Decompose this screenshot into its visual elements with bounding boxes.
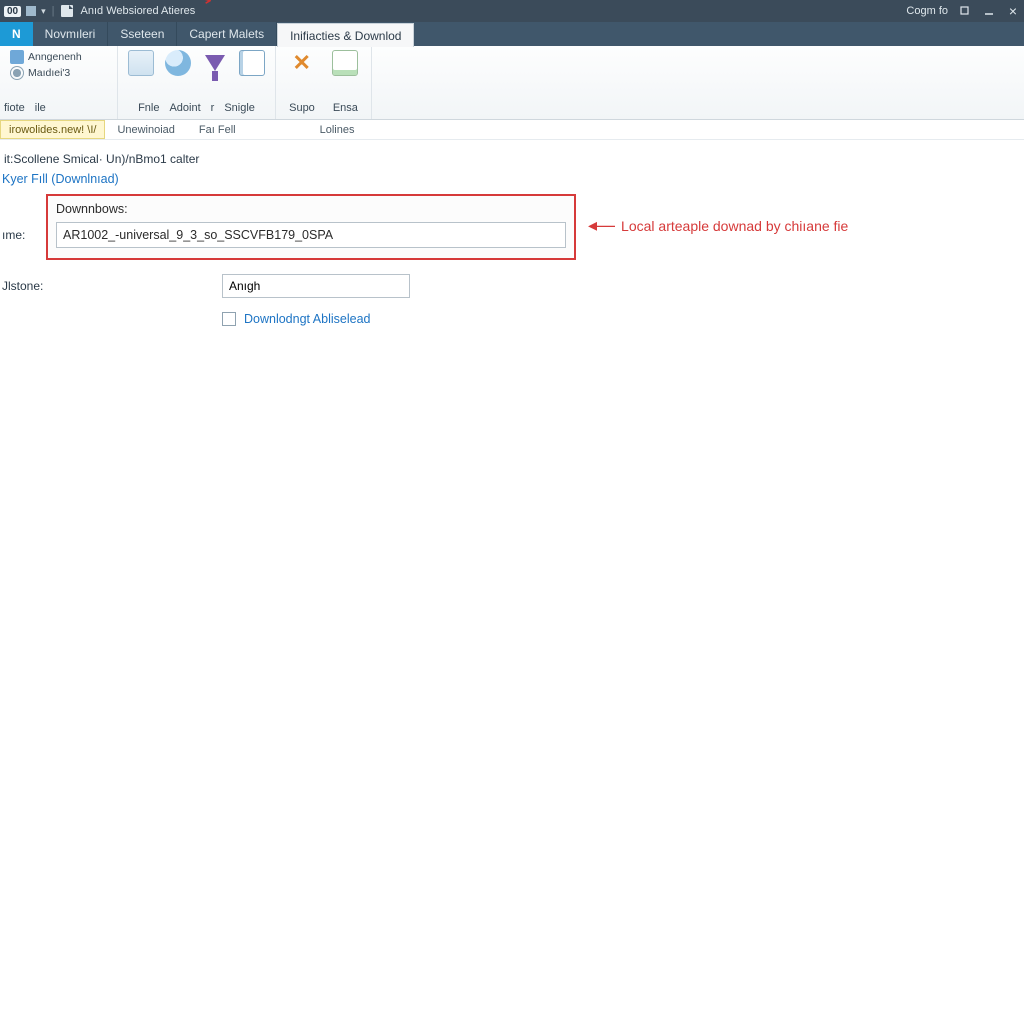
ribbon-maidei[interactable]: Maıdıei'3 (10, 66, 70, 80)
globe-icon (165, 50, 191, 76)
tab-seteen[interactable]: Sseteen (108, 22, 177, 46)
ribbon-ensa-label: Ensa (333, 102, 358, 114)
name-label: ıme: (0, 194, 46, 242)
pathbar-fai-fell[interactable]: Faı Fell (187, 120, 248, 139)
downloads-title: Downnbows: (56, 202, 566, 216)
ribbon-mid-label: r (211, 102, 215, 114)
callout-arrow-icon: ◂— (588, 215, 615, 236)
document-icon (61, 5, 73, 17)
downloads-highlight-box: Downnbows: (46, 194, 576, 260)
ribbon-single-button[interactable] (236, 50, 269, 76)
tab-novmileri[interactable]: Novmıleri (33, 22, 109, 46)
ribbon-file-button[interactable] (124, 50, 157, 76)
restore-window-icon[interactable] (958, 4, 972, 18)
ribbon-ensa-button[interactable] (326, 50, 366, 76)
close-window-icon[interactable]: × (1006, 4, 1020, 18)
delete-x-icon: ✕ (289, 50, 315, 76)
ribbon-adoint-button[interactable] (161, 50, 194, 76)
ribbon-group-1: Anngenenh Maıdıei'3 fiote ile (0, 46, 118, 119)
ribbon-group-3: ✕ Supo Ensa (276, 46, 372, 119)
callout-annotation: ◂— Local arteaple downad by chiıane fie (588, 215, 848, 236)
menu-tabs: N Novmıleri Sseteen Capert Malets Inifia… (0, 22, 1024, 46)
content-area: it:Scollene Smical· Un)/nBmo1 calter Kye… (0, 140, 1024, 326)
titlebar-separator: | (52, 5, 55, 17)
pathbar-lolines[interactable]: Lolines (308, 120, 367, 139)
kyer-fill-download-link[interactable]: Kyer Fıll (Downlnıad) (0, 172, 1016, 194)
assign-icon (10, 50, 24, 64)
titlebar-left: 00 ▾ | Anıd Websiored Atieres (4, 5, 195, 17)
titlebar-right: Cogm fo × (906, 0, 1020, 22)
ribbon: Anngenenh Maıdıei'3 fiote ile (0, 46, 1024, 120)
file-icon (128, 50, 154, 76)
pathbar-first[interactable]: irowolides.new! \I/ (0, 120, 105, 139)
tab-home[interactable]: N (0, 22, 33, 46)
ribbon-lbl-fiote: fiote (4, 102, 25, 114)
tab-capert-malets[interactable]: Capert Malets (177, 22, 277, 46)
ribbon-lbl-ile: ile (35, 102, 46, 114)
funnel-icon (202, 50, 228, 76)
distone-input[interactable] (222, 274, 410, 298)
ribbon-single-label: Snigle (224, 102, 255, 114)
download-abliselead-label: Downlodngt Abliselead (244, 312, 370, 326)
ribbon-supo-button[interactable]: ✕ (282, 50, 322, 76)
ribbon-adoint-label: Adoint (169, 102, 200, 114)
ribbon-supo-label: Supo (289, 102, 315, 114)
callout-text: Local arteaple downad by chiıane fie (621, 218, 848, 234)
download-abliselead-row[interactable]: Downlodngt Abliselead (222, 312, 1016, 326)
pathbar-fai-fell-label: Faı Fell (199, 124, 236, 136)
panel-icon (239, 50, 265, 76)
downloads-filename-input[interactable] (56, 222, 566, 248)
sheet-icon (332, 50, 358, 76)
breadcrumb: it:Scollene Smical· Un)/nBmo1 calter (0, 148, 1016, 172)
distone-label: Jlstone: (0, 279, 46, 293)
ribbon-anngenenh-label: Anngenenh (28, 51, 82, 63)
pathbar: irowolides.new! \I/ Unewinoiad Faı Fell … (0, 120, 1024, 140)
tab-inifacties-download[interactable]: Inifiacties & Downlod (277, 23, 414, 47)
pathbar-unewinoiad[interactable]: Unewinoiad (105, 120, 186, 139)
ribbon-maidei-label: Maıdıei'3 (28, 67, 70, 79)
ribbon-file-label: Fnle (138, 102, 159, 114)
ribbon-group-2: Fnle Adoint r Snigle (118, 46, 276, 119)
window-title: Anıd Websiored Atieres (81, 5, 196, 17)
download-abliselead-checkbox[interactable] (222, 312, 236, 326)
settings-icon (10, 66, 24, 80)
quickaccess-dropdown-icon[interactable]: ▾ (41, 6, 46, 17)
titlebar: 00 ▾ | Anıd Websiored Atieres Cogm fo × (0, 0, 1024, 22)
ribbon-anngenenh[interactable]: Anngenenh (10, 50, 82, 64)
minimize-window-icon[interactable] (982, 4, 996, 18)
ribbon-filter-button[interactable] (199, 50, 232, 76)
titlebar-badge: 00 (4, 6, 21, 17)
signin-link[interactable]: Cogm fo (906, 5, 948, 17)
app-icon (25, 5, 37, 17)
